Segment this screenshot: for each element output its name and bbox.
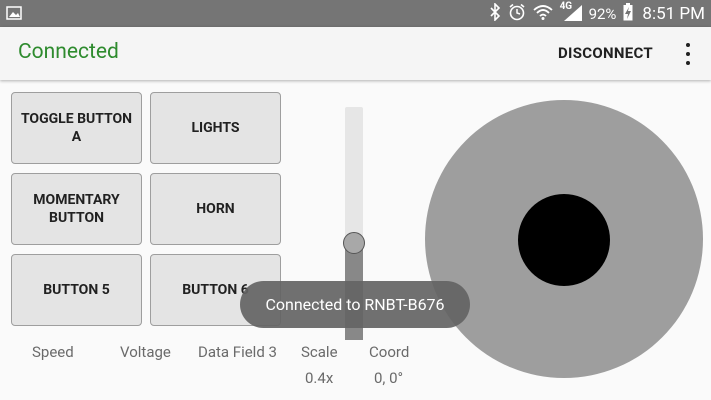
battery-charging-icon (623, 3, 633, 25)
lights-button[interactable]: LIGHTS (150, 92, 281, 164)
momentary-button[interactable]: MOMENTARY BUTTON (11, 173, 142, 245)
coord-label: Coord (369, 343, 410, 361)
voltage-label: Voltage (120, 343, 171, 361)
signal-icon: 4G (560, 1, 582, 25)
disconnect-button[interactable]: DISCONNECT (558, 44, 653, 62)
scale-value: 0.4x (305, 369, 334, 387)
alarm-icon (508, 3, 526, 25)
horn-button[interactable]: HORN (150, 173, 281, 245)
throttle-slider-thumb[interactable] (343, 232, 365, 254)
connection-status-title: Connected (18, 40, 119, 64)
scale-label: Scale (301, 343, 338, 361)
clock: 8:51 PM (642, 4, 705, 24)
coord-value: 0, 0° (374, 369, 404, 387)
speed-label: Speed (32, 343, 74, 361)
gallery-notification-icon (6, 5, 22, 24)
overflow-menu-icon[interactable] (685, 43, 691, 65)
button-5[interactable]: BUTTON 5 (11, 254, 142, 326)
toggle-button-a[interactable]: TOGGLE BUTTON A (11, 92, 142, 164)
battery-percent: 92% (588, 5, 617, 23)
connection-toast: Connected to RNBT-B676 (240, 281, 470, 328)
status-bar: 4G 92% 8:51 PM (0, 0, 711, 27)
data-field-3-label: Data Field 3 (198, 343, 277, 361)
wifi-icon (532, 4, 553, 24)
app-bar: Connected DISCONNECT (0, 27, 711, 80)
joystick-knob[interactable] (518, 194, 610, 286)
bluetooth-icon (489, 2, 501, 25)
